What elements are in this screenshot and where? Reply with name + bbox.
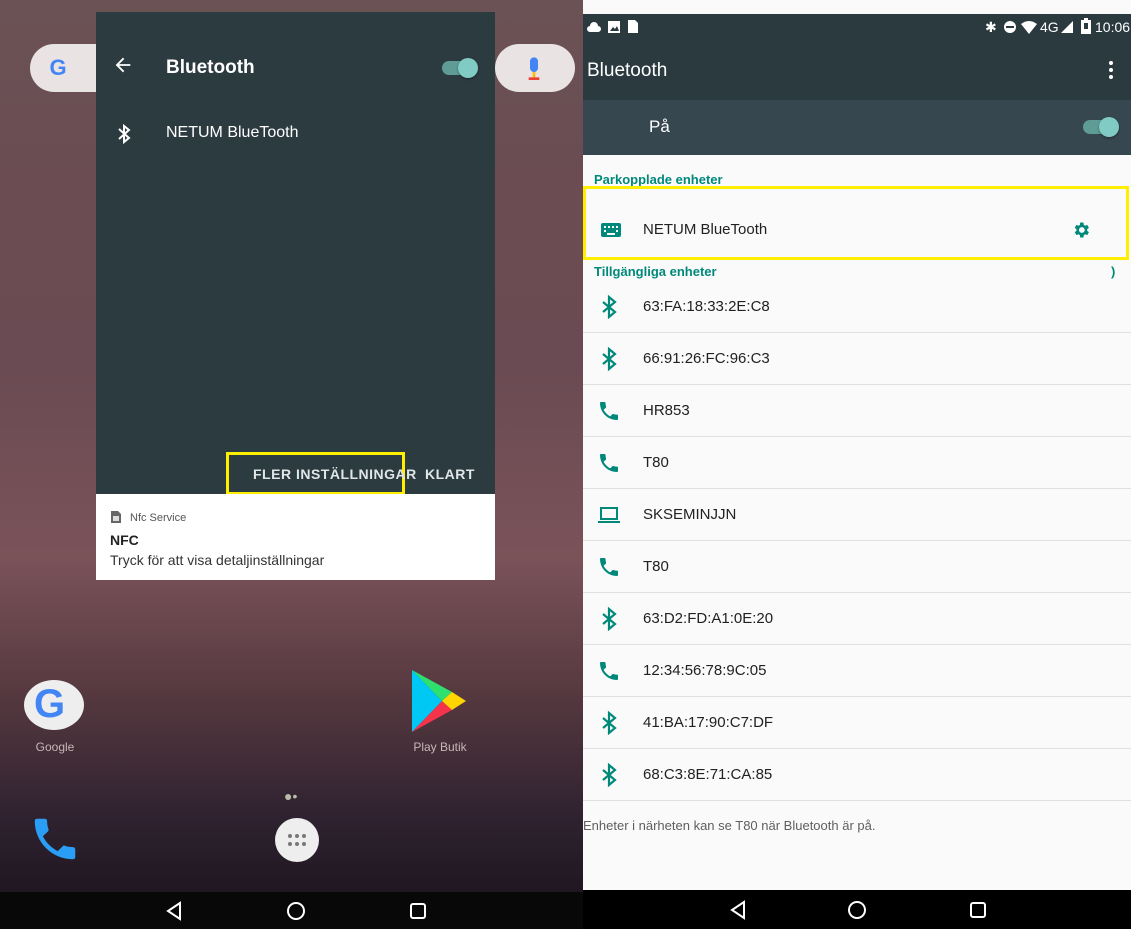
toggle-thumb: [1099, 117, 1119, 137]
notification-text: Tryck för att visa detaljinställningar: [110, 552, 325, 568]
gear-icon[interactable]: [1071, 220, 1091, 240]
google-app-icon: G: [34, 682, 66, 726]
device-row[interactable]: T80: [583, 541, 1131, 593]
notification-app-name: Nfc Service: [130, 512, 187, 524]
page-title: Bluetooth: [587, 60, 668, 81]
phone-icon: [600, 662, 618, 680]
back-arrow-icon[interactable]: [112, 54, 134, 76]
sim-card-icon: [111, 511, 121, 523]
bluetooth-status-icon: ✱: [985, 19, 997, 35]
bluetooth-dialog: Bluetooth NETUM BlueTooth FLER INSTÄLLNI…: [96, 12, 495, 495]
sim-icon: [628, 20, 638, 33]
paired-devices-header: Parkopplade enheter: [594, 172, 723, 187]
device-row[interactable]: T80: [583, 437, 1131, 489]
device-row[interactable]: 68:C3:8E:71:CA:85: [583, 749, 1131, 801]
dnd-icon: [1004, 21, 1016, 33]
on-label: På: [649, 117, 670, 136]
phone-icon: [600, 454, 618, 472]
notification-title: NFC: [110, 532, 139, 548]
bluetooth-icon: [602, 347, 617, 371]
battery-icon: [1081, 18, 1091, 34]
device-name: 66:91:26:FC:96:C3: [643, 350, 770, 367]
home-nav-icon[interactable]: [285, 900, 307, 922]
scanning-indicator: ): [1111, 264, 1116, 279]
dialog-device-item[interactable]: NETUM BlueTooth: [166, 124, 299, 142]
bluetooth-icon: [602, 763, 617, 787]
phone-icon: [600, 402, 618, 420]
grid-dots-icon: [288, 834, 306, 846]
back-nav-icon[interactable]: [163, 900, 185, 922]
navigation-bar: [0, 892, 583, 929]
bluetooth-on-row[interactable]: På: [583, 100, 1131, 155]
keyboard-icon: [601, 223, 621, 237]
toolbar: Bluetooth: [583, 42, 1131, 100]
more-options-icon[interactable]: [1103, 60, 1119, 80]
available-devices-header: Tillgängliga enheter: [594, 264, 717, 279]
google-app[interactable]: G: [24, 664, 88, 734]
signal-icon: [1061, 21, 1073, 33]
mic-icon[interactable]: [518, 52, 550, 84]
device-row[interactable]: SKSEMINJJN: [583, 489, 1131, 541]
recents-nav-icon[interactable]: [407, 900, 429, 922]
bluetooth-icon: [602, 295, 617, 319]
paired-device-row[interactable]: NETUM BlueTooth: [583, 204, 1131, 256]
status-bar: ✱ 4G 10:06: [583, 14, 1131, 42]
device-name: T80: [643, 454, 669, 471]
wifi-icon: [1021, 21, 1037, 34]
device-row[interactable]: 66:91:26:FC:96:C3: [583, 333, 1131, 385]
play-store-icon[interactable]: [408, 668, 468, 734]
play-store-label: Play Butik: [413, 740, 467, 754]
more-settings-button[interactable]: FLER INSTÄLLNINGAR: [253, 466, 417, 482]
home-nav-icon[interactable]: [846, 899, 868, 921]
paired-device-name: NETUM BlueTooth: [643, 221, 768, 238]
visibility-note: Enheter i närheten kan se T80 när Blueto…: [583, 818, 876, 833]
done-button[interactable]: KLART: [425, 466, 475, 482]
back-nav-icon[interactable]: [727, 899, 749, 921]
google-logo-icon: G: [49, 55, 67, 80]
recents-nav-icon[interactable]: [967, 899, 989, 921]
page-indicator: ●•: [284, 788, 298, 804]
nfc-notification[interactable]: Nfc Service NFC Tryck för att visa detal…: [96, 494, 495, 580]
cloud-icon: [587, 22, 601, 32]
toggle-thumb: [458, 58, 478, 78]
app-drawer-button[interactable]: [275, 818, 319, 862]
laptop-icon: [598, 507, 620, 523]
bluetooth-icon: [602, 711, 617, 735]
bluetooth-icon: [602, 607, 617, 631]
device-row[interactable]: 41:BA:17:90:C7:DF: [583, 697, 1131, 749]
bluetooth-icon: [118, 123, 131, 145]
device-name: T80: [643, 558, 669, 575]
device-row[interactable]: 63:D2:FD:A1:0E:20: [583, 593, 1131, 645]
clock: 10:06: [1095, 19, 1131, 35]
phone-app-icon[interactable]: [28, 812, 82, 866]
google-app-label: Google: [35, 740, 75, 754]
device-row[interactable]: 12:34:56:78:9C:05: [583, 645, 1131, 697]
phone-icon: [600, 558, 618, 576]
device-row[interactable]: 63:FA:18:33:2E:C8: [583, 281, 1131, 333]
right-screen: ✱ 4G 10:06 Bluetooth På Parkopplade enhe…: [583, 0, 1131, 929]
left-screen: G Bluetooth NETUM BlueTooth FLER INSTÄLL…: [0, 0, 583, 929]
device-name: 41:BA:17:90:C7:DF: [643, 714, 774, 731]
device-name: SKSEMINJJN: [643, 506, 737, 523]
navigation-bar: [583, 890, 1131, 929]
network-type: 4G: [1040, 19, 1059, 35]
device-row[interactable]: HR853: [583, 385, 1131, 437]
device-name: HR853: [643, 402, 690, 419]
image-icon: [608, 21, 620, 33]
device-name: 12:34:56:78:9C:05: [643, 662, 767, 679]
device-name: 63:D2:FD:A1:0E:20: [643, 610, 774, 627]
dialog-title: Bluetooth: [166, 57, 255, 78]
device-name: 63:FA:18:33:2E:C8: [643, 298, 770, 315]
device-name: 68:C3:8E:71:CA:85: [643, 766, 773, 783]
